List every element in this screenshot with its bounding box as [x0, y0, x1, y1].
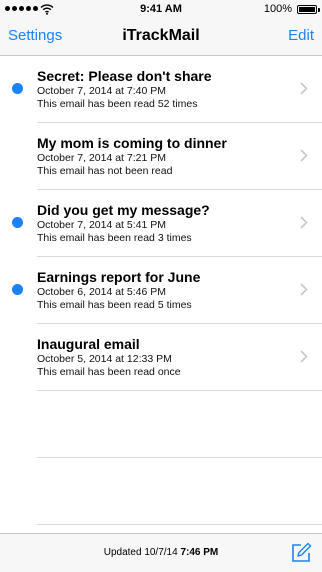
screen: 9:41 AM 100% Settings iTrackMail Edit Se… [0, 0, 322, 572]
navigation-bar: Settings iTrackMail Edit [0, 20, 322, 56]
empty-list-row [0, 391, 322, 458]
email-date: October 7, 2014 at 5:41 PM [37, 219, 166, 231]
unread-dot-icon [12, 83, 23, 94]
chevron-right-icon [300, 283, 308, 296]
email-row[interactable]: Did you get my message? October 7, 2014 … [0, 190, 322, 257]
email-list: Secret: Please don't share October 7, 20… [0, 56, 322, 525]
updated-time: 7:46 PM [180, 547, 219, 558]
chevron-right-icon [300, 82, 308, 95]
compose-icon[interactable] [290, 542, 312, 564]
email-subject: Earnings report for June [37, 269, 201, 285]
updated-date: 10/7/14 [144, 547, 178, 558]
email-subject: My mom is coming to dinner [37, 135, 227, 151]
battery-percent: 100% [263, 3, 292, 15]
email-row[interactable]: My mom is coming to dinner October 7, 20… [0, 123, 322, 190]
chevron-right-icon [300, 216, 308, 229]
email-subject: Inaugural email [37, 336, 140, 352]
email-date: October 7, 2014 at 7:40 PM [37, 85, 166, 97]
email-subject: Secret: Please don't share [37, 68, 212, 84]
bottom-toolbar: Updated 10/7/14 7:46 PM [0, 533, 322, 572]
empty-list-row [0, 458, 322, 525]
unread-dot-icon [12, 284, 23, 295]
chevron-right-icon [300, 350, 308, 363]
email-read-status: This email has not been read [37, 165, 173, 177]
status-bar: 9:41 AM 100% [0, 0, 322, 20]
email-date: October 6, 2014 at 5:46 PM [37, 286, 166, 298]
email-read-status: This email has been read 52 times [37, 98, 198, 110]
email-subject: Did you get my message? [37, 202, 210, 218]
email-date: October 5, 2014 at 12:33 PM [37, 353, 172, 365]
email-row[interactable]: Earnings report for June October 6, 2014… [0, 257, 322, 324]
unread-dot-icon [12, 217, 23, 228]
battery-icon [297, 5, 317, 14]
email-date: October 7, 2014 at 7:21 PM [37, 152, 166, 164]
chevron-right-icon [300, 149, 308, 162]
email-read-status: This email has been read 3 times [37, 232, 192, 244]
email-read-status: This email has been read once [37, 366, 181, 378]
page-title: iTrackMail [122, 27, 200, 44]
battery-tip [318, 8, 320, 12]
updated-label: Updated [103, 547, 142, 558]
edit-button[interactable]: Edit [288, 27, 314, 44]
email-read-status: This email has been read 5 times [37, 299, 192, 311]
email-row[interactable]: Inaugural email October 5, 2014 at 12:33… [0, 324, 322, 391]
email-row[interactable]: Secret: Please don't share October 7, 20… [0, 56, 322, 123]
last-updated-status: Updated 10/7/14 7:46 PM [0, 547, 322, 558]
